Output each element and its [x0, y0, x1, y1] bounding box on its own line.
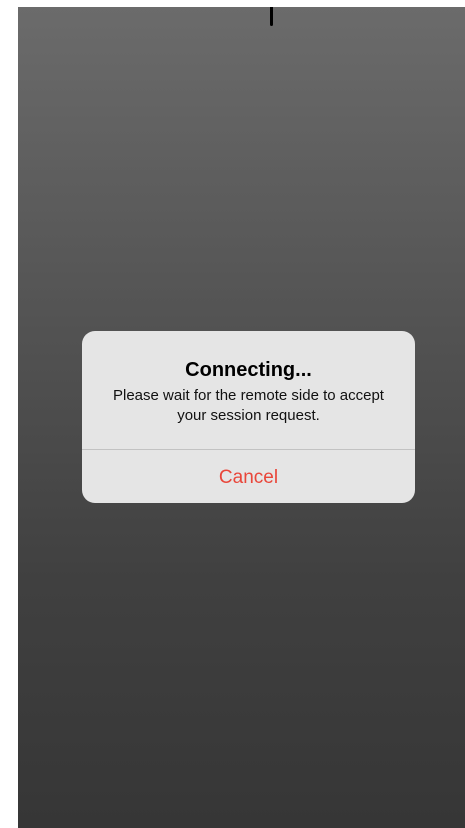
app-screen: Connecting... Please wait for the remote… [18, 7, 465, 828]
connecting-alert: Connecting... Please wait for the remote… [82, 331, 415, 503]
alert-message: Please wait for the remote side to accep… [113, 387, 384, 424]
alert-title: Connecting... [185, 359, 312, 381]
alert-body: Connecting... Please wait for the remote… [82, 331, 415, 449]
top-edge-mark [270, 7, 273, 26]
cancel-button[interactable]: Cancel [82, 450, 415, 503]
